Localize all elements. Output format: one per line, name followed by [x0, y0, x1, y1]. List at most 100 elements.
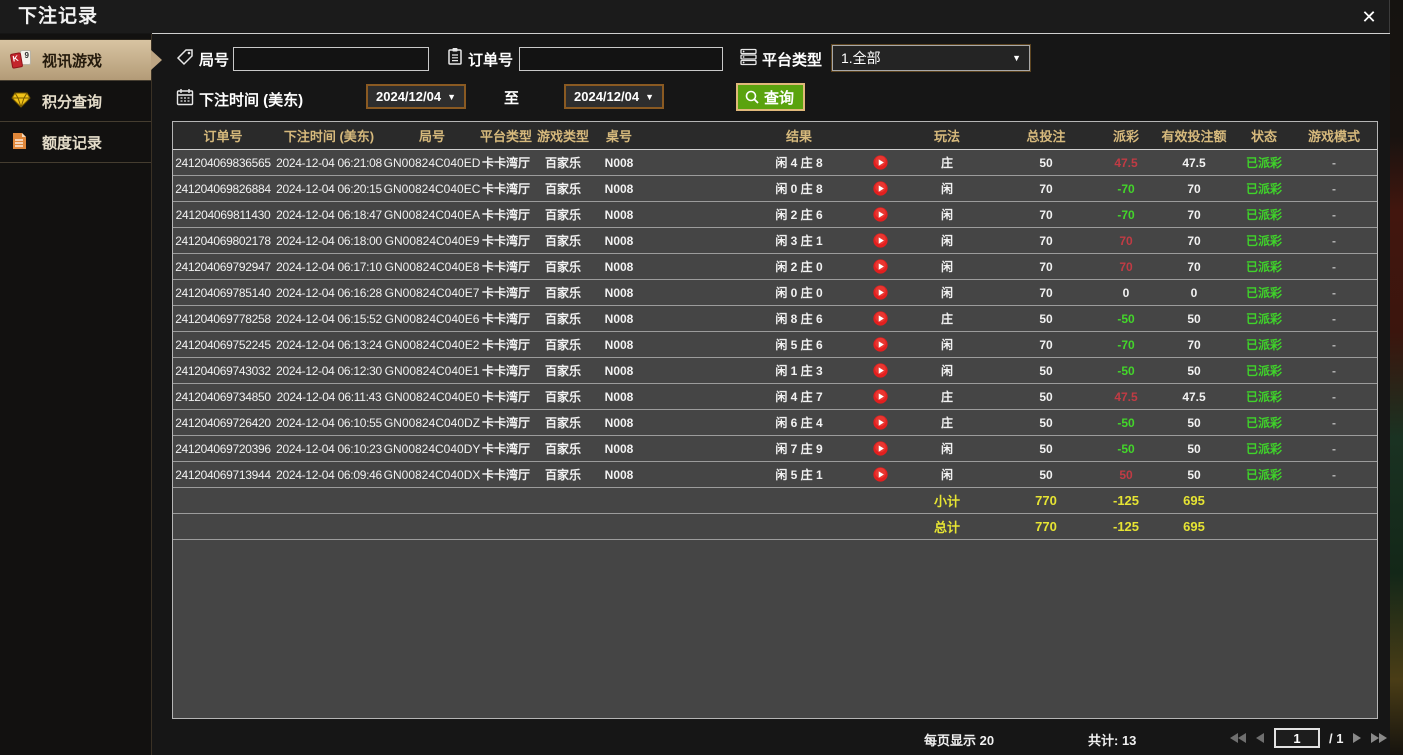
- date-to-picker[interactable]: 2024/12/04 ▼: [564, 84, 664, 109]
- subtotal-payout: -125: [1112, 493, 1140, 508]
- cell-valid: 50: [1187, 467, 1201, 482]
- column-header: 总投注: [1026, 129, 1066, 144]
- cell-table: N008: [604, 337, 634, 352]
- round-no-input[interactable]: [233, 47, 429, 71]
- cell-order_no: 241204069811430: [175, 207, 271, 222]
- column-header: 局号: [418, 129, 445, 144]
- play-video-icon[interactable]: [857, 410, 903, 435]
- cell-table: N008: [604, 155, 634, 170]
- table-row: 241204069713944 2024-12-04 06:09:46 GN0082…: [173, 462, 1377, 488]
- cell-payout: -70: [1117, 181, 1135, 196]
- previous-page-icon[interactable]: [1256, 732, 1265, 744]
- play-video-icon[interactable]: [857, 436, 903, 461]
- last-page-icon[interactable]: [1370, 732, 1388, 744]
- cell-bet: 70: [1039, 233, 1053, 248]
- play-video-icon[interactable]: [857, 176, 903, 201]
- column-header: 游戏模式: [1307, 129, 1360, 144]
- play-video-icon[interactable]: [857, 358, 903, 383]
- cell-bet: 70: [1039, 285, 1053, 300]
- cell-round: GN00824C040E8: [384, 259, 480, 274]
- play-video-icon[interactable]: [857, 332, 903, 357]
- cell-play: 庄: [940, 390, 953, 404]
- cell-play: 庄: [940, 416, 953, 430]
- column-header: 玩法: [933, 129, 960, 144]
- cell-table: N008: [604, 467, 634, 482]
- cell-play: 闲: [940, 260, 953, 274]
- cell-bet: 50: [1039, 155, 1053, 170]
- column-header: 下注时间 (美东): [283, 129, 375, 144]
- page-number-input[interactable]: 1: [1274, 728, 1320, 748]
- cell-game: 百家乐: [544, 338, 581, 352]
- cell-table: N008: [604, 285, 634, 300]
- play-video-icon[interactable]: [857, 280, 903, 305]
- cell-payout: 47.5: [1114, 389, 1138, 404]
- cell-table: N008: [604, 363, 634, 378]
- play-video-icon[interactable]: [857, 228, 903, 253]
- cell-valid: 47.5: [1182, 389, 1206, 404]
- spacer-cell: [645, 410, 741, 435]
- cell-bet: 70: [1039, 337, 1053, 352]
- play-video-icon[interactable]: [857, 306, 903, 331]
- cell-status: 已派彩: [1245, 182, 1282, 196]
- cell-time: 2024-12-04 06:17:10: [276, 259, 382, 274]
- cell-game: 百家乐: [544, 312, 581, 326]
- cell-mode: -: [1332, 389, 1336, 404]
- table-row: 241204069726420 2024-12-04 06:10:55 GN0082…: [173, 410, 1377, 436]
- cell-time: 2024-12-04 06:16:28: [276, 285, 382, 300]
- cell-round: GN00824C040E6: [384, 311, 480, 326]
- next-page-icon[interactable]: [1352, 732, 1362, 744]
- date-from-picker[interactable]: 2024/12/04 ▼: [366, 84, 466, 109]
- close-icon[interactable]: ✕: [1356, 4, 1382, 30]
- cell-mode: -: [1332, 233, 1336, 248]
- play-video-icon[interactable]: [857, 462, 903, 487]
- play-video-icon[interactable]: [857, 254, 903, 279]
- column-header: 有效投注额: [1161, 129, 1227, 144]
- cell-game: 百家乐: [544, 390, 581, 404]
- cell-time: 2024-12-04 06:13:24: [276, 337, 382, 352]
- spacer-cell: [645, 202, 741, 227]
- sidebar-item-label: 额度记录: [42, 134, 103, 152]
- cell-play: 庄: [940, 156, 953, 170]
- cell-order_no: 241204069792947: [175, 259, 271, 274]
- cell-platform: 卡卡湾厅: [481, 312, 530, 326]
- cell-bet: 50: [1039, 311, 1053, 326]
- play-video-icon[interactable]: [857, 150, 903, 175]
- platform-type-select[interactable]: 1.全部 ▼: [831, 44, 1031, 72]
- cell-table: N008: [604, 207, 634, 222]
- cell-platform: 卡卡湾厅: [481, 156, 530, 170]
- search-button[interactable]: 查询: [736, 83, 806, 111]
- cell-table: N008: [604, 259, 634, 274]
- play-video-icon[interactable]: [857, 202, 903, 227]
- table-row: 241204069792947 2024-12-04 06:17:10 GN0082…: [173, 254, 1377, 280]
- cell-result: 闲 5 庄 1: [775, 468, 823, 482]
- calendar-icon: [176, 89, 194, 106]
- cell-platform: 卡卡湾厅: [481, 182, 530, 196]
- cell-round: GN00824C040EC: [383, 181, 481, 196]
- cell-play: 闲: [940, 286, 953, 300]
- column-header-spacer: [645, 122, 741, 149]
- betting-record-modal: 下注记录 ✕ 9K 视讯游戏 积分查询 额度记录 局号 订单号 平台类型 1.全…: [0, 0, 1390, 755]
- date-to-value: 2024/12/04: [574, 89, 640, 104]
- cell-result: 闲 5 庄 6: [775, 338, 823, 352]
- cell-valid: 50: [1187, 415, 1201, 430]
- cell-game: 百家乐: [544, 364, 581, 378]
- cell-bet: 50: [1039, 363, 1053, 378]
- first-page-icon[interactable]: [1230, 732, 1247, 744]
- cell-mode: -: [1332, 311, 1336, 326]
- sidebar-item-points-query[interactable]: 积分查询: [0, 81, 151, 122]
- order-no-input[interactable]: [519, 47, 723, 71]
- cell-status: 已派彩: [1245, 442, 1282, 456]
- cell-payout: 47.5: [1114, 155, 1138, 170]
- cell-platform: 卡卡湾厅: [481, 364, 530, 378]
- play-video-icon[interactable]: [857, 384, 903, 409]
- cell-valid: 0: [1190, 285, 1198, 300]
- subtotal-valid-bet: 695: [1183, 493, 1205, 508]
- column-header: 派彩: [1112, 129, 1139, 144]
- cell-time: 2024-12-04 06:11:43: [276, 389, 382, 404]
- spacer-cell: [645, 462, 741, 487]
- cell-status: 已派彩: [1245, 286, 1282, 300]
- spacer-cell: [645, 150, 741, 175]
- sidebar-item-video-games[interactable]: 9K 视讯游戏: [0, 39, 162, 81]
- cell-time: 2024-12-04 06:09:46: [276, 467, 382, 482]
- sidebar-item-quota-records[interactable]: 额度记录: [0, 122, 151, 163]
